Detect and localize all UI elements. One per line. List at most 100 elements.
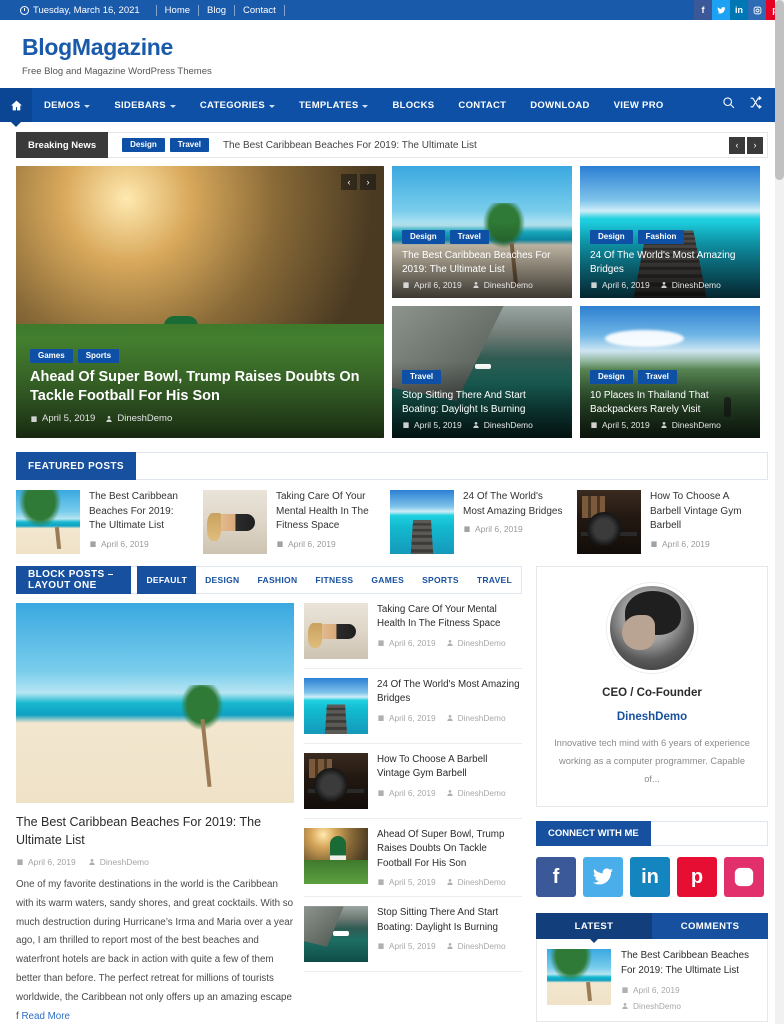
- nav-item-demos[interactable]: DEMOS: [32, 88, 102, 122]
- featured-post-title[interactable]: 24 Of The World's Most Amazing Bridges: [463, 490, 567, 519]
- list-item[interactable]: Stop Sitting There And Start Boating: Da…: [304, 897, 522, 973]
- nav-home-button[interactable]: [0, 88, 32, 127]
- post-date: April 5, 2019: [377, 877, 436, 887]
- list-item-title[interactable]: The Best Caribbean Beaches For 2019: The…: [621, 949, 757, 978]
- list-item-title[interactable]: How To Choose A Barbell Vintage Gym Barb…: [377, 753, 522, 782]
- page-scrollbar[interactable]: [775, 0, 784, 1024]
- nav-item-download[interactable]: DOWNLOAD: [518, 88, 601, 122]
- top-bar: Tuesday, March 16, 2021 Home Blog Contac…: [0, 0, 784, 20]
- tab-fitness[interactable]: FITNESS: [306, 567, 362, 593]
- site-title[interactable]: BlogMagazine: [22, 34, 784, 61]
- featured-post-title[interactable]: How To Choose A Barbell Vintage Gym Barb…: [650, 490, 754, 534]
- category-badge[interactable]: Design: [402, 230, 445, 244]
- calendar-icon: [402, 281, 410, 289]
- topbar-link-home[interactable]: Home: [155, 4, 200, 16]
- featured-post-title[interactable]: Taking Care Of Your Mental Health In The…: [276, 490, 380, 534]
- twitter-icon[interactable]: [583, 857, 623, 898]
- avatar: [607, 583, 697, 673]
- tab-default[interactable]: DEFAULT: [137, 566, 197, 594]
- facebook-icon[interactable]: f: [536, 857, 576, 898]
- hero-card-title[interactable]: 24 Of The World's Most Amazing Bridges: [590, 249, 750, 276]
- nav-item-blocks[interactable]: BLOCKS: [380, 88, 446, 122]
- hero-card-title[interactable]: Stop Sitting There And Start Boating: Da…: [402, 389, 562, 416]
- category-badge[interactable]: Travel: [169, 138, 209, 152]
- category-badge[interactable]: Design: [590, 370, 633, 384]
- category-badge[interactable]: Design: [590, 230, 633, 244]
- post-date: April 5, 2019: [30, 413, 95, 424]
- prev-arrow-icon[interactable]: ‹: [729, 136, 745, 154]
- hero-card[interactable]: Design Fashion 24 Of The World's Most Ama…: [580, 166, 760, 298]
- tab-games[interactable]: GAMES: [362, 567, 413, 593]
- instagram-icon[interactable]: [748, 0, 766, 20]
- scrollbar-thumb[interactable]: [775, 0, 784, 180]
- hero-card[interactable]: Design Travel The Best Caribbean Beaches …: [392, 166, 572, 298]
- post-date: April 6, 2019: [621, 985, 757, 995]
- category-badge[interactable]: Travel: [402, 370, 442, 384]
- list-item-thumbnail: [304, 603, 368, 659]
- list-item[interactable]: The Best Caribbean Beaches For 2019: The…: [547, 949, 757, 1011]
- next-arrow-icon[interactable]: ›: [747, 136, 763, 154]
- next-arrow-icon[interactable]: ›: [360, 174, 376, 190]
- tab-design[interactable]: DESIGN: [196, 567, 248, 593]
- list-item[interactable]: Taking Care Of Your Mental Health In The…: [304, 603, 522, 669]
- nav-item-templates[interactable]: TEMPLATES: [287, 88, 381, 122]
- list-item-title[interactable]: Ahead Of Super Bowl, Trump Raises Doubts…: [377, 828, 522, 871]
- list-item[interactable]: How To Choose A Barbell Vintage Gym Barb…: [304, 744, 522, 819]
- hero-card[interactable]: Design Travel 10 Places In Thailand That …: [580, 306, 760, 438]
- category-badge[interactable]: Games: [30, 348, 73, 363]
- list-item-title[interactable]: 24 Of The World's Most Amazing Bridges: [377, 678, 522, 707]
- featured-post-item[interactable]: Taking Care Of Your Mental Health In The…: [203, 490, 390, 554]
- breaking-news-headline[interactable]: The Best Caribbean Beaches For 2019: The…: [223, 140, 477, 151]
- random-icon[interactable]: [749, 96, 762, 114]
- connect-social-list: f in p: [536, 857, 768, 898]
- featured-post-item[interactable]: How To Choose A Barbell Vintage Gym Barb…: [577, 490, 764, 554]
- tab-comments[interactable]: COMMENTS: [652, 913, 768, 940]
- page-root: Tuesday, March 16, 2021 Home Blog Contac…: [0, 0, 784, 1024]
- featured-post-item[interactable]: 24 Of The World's Most Amazing Bridges A…: [390, 490, 577, 554]
- nav-item-contact[interactable]: CONTACT: [446, 88, 518, 122]
- linkedin-icon[interactable]: in: [730, 0, 748, 20]
- hero-card-title[interactable]: 10 Places In Thailand That Backpackers R…: [590, 389, 750, 416]
- block-posts-heading: BLOCK POSTS – LAYOUT ONE: [16, 566, 132, 594]
- facebook-icon[interactable]: f: [694, 0, 712, 20]
- hero-card[interactable]: Travel Stop Sitting There And Start Boat…: [392, 306, 572, 438]
- block-feature-title[interactable]: The Best Caribbean Beaches For 2019: The…: [16, 814, 294, 849]
- topbar-link-contact[interactable]: Contact: [235, 4, 285, 16]
- hero-main-slide[interactable]: 22 ‹ › Games Sports Ahead Of Super Bowl,…: [16, 166, 384, 438]
- hero-card-grid: Design Travel The Best Caribbean Beaches …: [392, 166, 760, 438]
- sidebar-tabs: LATEST COMMENTS: [536, 913, 768, 944]
- category-badge[interactable]: Sports: [77, 348, 120, 363]
- instagram-icon[interactable]: [724, 857, 764, 898]
- nav-item-view-pro[interactable]: VIEW PRO: [602, 88, 676, 122]
- nav-item-categories[interactable]: CATEGORIES: [188, 88, 287, 122]
- twitter-icon[interactable]: [712, 0, 730, 20]
- list-item[interactable]: 24 Of The World's Most Amazing Bridges A…: [304, 669, 522, 744]
- hero-card-title[interactable]: The Best Caribbean Beaches For 2019: The…: [402, 249, 562, 276]
- nav-item-sidebars[interactable]: SIDEBARS: [102, 88, 188, 122]
- tab-latest[interactable]: LATEST: [536, 913, 652, 944]
- tab-sports[interactable]: SPORTS: [413, 567, 468, 593]
- category-badge[interactable]: Design: [122, 138, 165, 152]
- prev-arrow-icon[interactable]: ‹: [341, 174, 357, 190]
- list-item-thumbnail: [304, 906, 368, 963]
- category-badge[interactable]: Travel: [449, 230, 489, 244]
- tab-fashion[interactable]: FASHION: [249, 567, 307, 593]
- block-feature-image[interactable]: [16, 603, 294, 803]
- list-item-title[interactable]: Taking Care Of Your Mental Health In The…: [377, 603, 522, 632]
- pinterest-icon[interactable]: p: [677, 857, 717, 898]
- featured-post-item[interactable]: The Best Caribbean Beaches For 2019: The…: [16, 490, 203, 554]
- topbar-links: Home Blog Contact: [155, 4, 285, 16]
- category-badge[interactable]: Fashion: [637, 230, 685, 244]
- topbar-link-blog[interactable]: Blog: [199, 4, 236, 16]
- tab-travel[interactable]: TRAVEL: [468, 567, 521, 593]
- search-icon[interactable]: [722, 96, 735, 114]
- list-item[interactable]: Ahead Of Super Bowl, Trump Raises Doubts…: [304, 819, 522, 898]
- post-author: DineshDemo: [88, 857, 149, 867]
- hero-main-title[interactable]: Ahead Of Super Bowl, Trump Raises Doubts…: [30, 368, 370, 406]
- featured-post-thumbnail: [390, 490, 454, 554]
- category-badge[interactable]: Travel: [637, 370, 677, 384]
- read-more-link[interactable]: Read More: [21, 1011, 69, 1022]
- list-item-title[interactable]: Stop Sitting There And Start Boating: Da…: [377, 906, 522, 935]
- linkedin-icon[interactable]: in: [630, 857, 670, 898]
- featured-post-title[interactable]: The Best Caribbean Beaches For 2019: The…: [89, 490, 193, 534]
